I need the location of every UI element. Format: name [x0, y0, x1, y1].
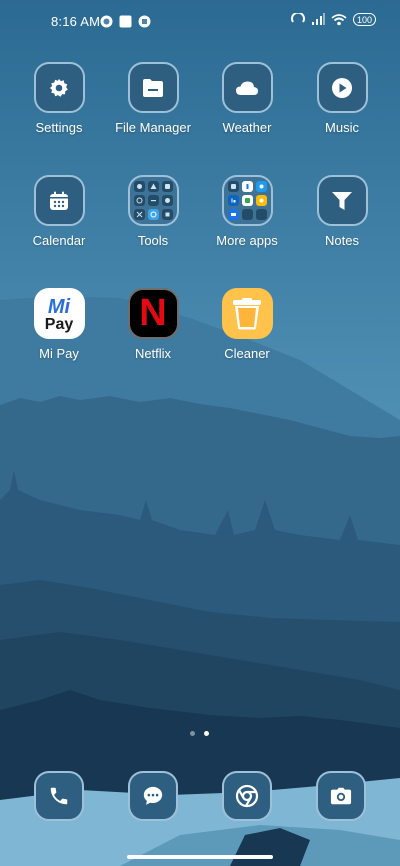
mi-pay-logo-pay: Pay	[44, 316, 74, 333]
app-label: File Manager	[115, 120, 191, 135]
app-calendar[interactable]: Calendar	[13, 175, 105, 248]
notification-icon	[100, 15, 113, 28]
dock-messages[interactable]	[128, 771, 178, 821]
hotspot-icon	[290, 13, 305, 23]
dock-chrome[interactable]	[222, 771, 272, 821]
messages-icon	[143, 786, 163, 805]
settings-icon	[33, 62, 85, 113]
app-label: Cleaner	[224, 346, 270, 361]
netflix-icon: N	[127, 288, 179, 339]
app-label: Netflix	[134, 346, 172, 361]
wifi-icon	[331, 14, 347, 26]
dock-camera[interactable]	[316, 771, 366, 821]
app-weather[interactable]: Weather	[201, 62, 293, 135]
mi-pay-icon: Mi Pay	[33, 288, 85, 339]
app-label: Tools	[137, 233, 169, 248]
app-label: Notes	[325, 233, 359, 248]
app-label: Weather	[222, 120, 272, 135]
app-settings[interactable]: Settings	[13, 62, 105, 135]
page-dot-1[interactable]	[190, 731, 195, 736]
app-label: Music	[325, 120, 359, 135]
netflix-letter: N	[139, 292, 167, 334]
page-dot-2[interactable]	[204, 731, 209, 736]
square-notification-icon	[119, 15, 132, 28]
dock-phone[interactable]	[34, 771, 84, 821]
signal-icon	[311, 13, 325, 25]
more-apps-folder-icon	[221, 175, 273, 226]
app-mi-pay[interactable]: Mi Pay Mi Pay	[13, 288, 105, 361]
camera-icon	[330, 787, 352, 805]
calendar-icon	[33, 175, 85, 226]
app-file-manager[interactable]: File Manager	[107, 62, 199, 135]
music-play-icon	[316, 62, 368, 113]
app-label: More apps	[216, 233, 278, 248]
cleaner-icon	[221, 288, 273, 339]
phone-icon	[50, 787, 68, 805]
status-bar: 8:16 AM 100	[0, 0, 400, 44]
tools-folder-icon	[127, 175, 179, 226]
folder-tools[interactable]: Tools	[107, 175, 199, 248]
chrome-icon	[235, 784, 259, 808]
folder-icon	[127, 62, 179, 113]
app-label: Calendar	[32, 233, 86, 248]
folder-more-apps[interactable]: More apps	[201, 175, 293, 248]
app-music[interactable]: Music	[296, 62, 388, 135]
battery-indicator: 100	[352, 13, 376, 26]
app-notification-icon	[138, 15, 151, 28]
app-notes[interactable]: Notes	[296, 175, 388, 248]
app-cleaner[interactable]: Cleaner	[201, 288, 293, 361]
page-indicator[interactable]	[190, 731, 209, 736]
notes-icon	[316, 175, 368, 226]
app-label: Mi Pay	[39, 346, 79, 361]
gesture-nav-bar[interactable]	[127, 855, 273, 859]
status-time: 8:16 AM	[51, 14, 101, 29]
cloud-icon	[221, 62, 273, 113]
app-label: Settings	[35, 120, 83, 135]
mi-pay-logo-mi: Mi	[47, 296, 71, 318]
app-netflix[interactable]: N Netflix	[107, 288, 199, 361]
